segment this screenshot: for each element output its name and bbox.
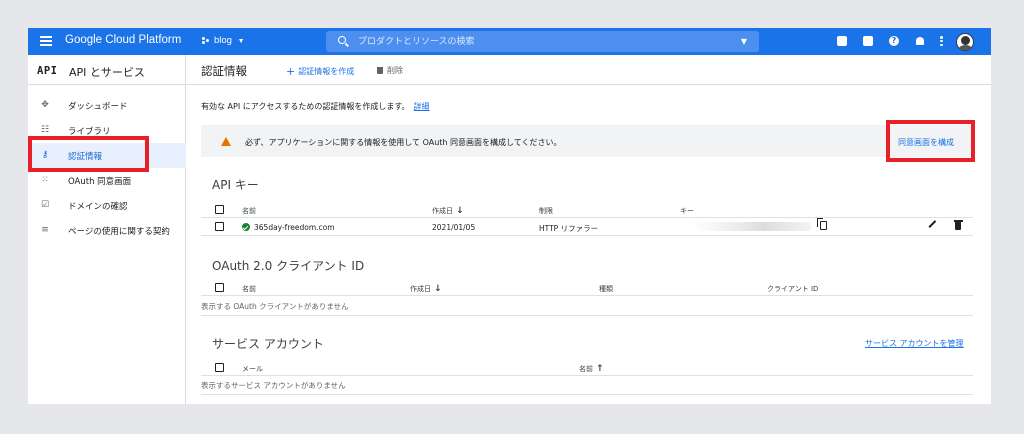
api-keys-header-row: 名前 作成日 ↓ 制限 キー bbox=[201, 201, 973, 218]
column-header-name[interactable]: 名前 bbox=[242, 284, 256, 294]
search-input[interactable] bbox=[358, 34, 718, 49]
column-header-name[interactable]: 名前 ↑ bbox=[579, 364, 604, 374]
column-header-name[interactable]: 名前 bbox=[242, 206, 256, 216]
delete-icon[interactable] bbox=[953, 220, 963, 230]
trash-icon bbox=[377, 67, 383, 74]
column-header-type: 種類 bbox=[599, 285, 613, 293]
project-name: blog bbox=[214, 35, 232, 46]
delete-button[interactable]: 削除 bbox=[377, 65, 403, 76]
menu-icon[interactable] bbox=[40, 36, 52, 46]
row-checkbox[interactable] bbox=[215, 222, 224, 231]
delete-label: 削除 bbox=[387, 66, 403, 75]
sort-up-icon: ↑ bbox=[596, 364, 604, 374]
api-key-value-redacted bbox=[691, 222, 811, 231]
create-credentials-button[interactable]: + 認証情報を作成 bbox=[286, 65, 354, 78]
service-accounts-divider bbox=[201, 394, 973, 395]
sidebar-item-label: ページの使用に関する契約 bbox=[68, 227, 170, 237]
check-circle-icon bbox=[242, 223, 250, 231]
highlight-box-credentials bbox=[28, 136, 149, 172]
sidebar-title: API とサービス bbox=[69, 66, 145, 79]
highlight-box-consent-link bbox=[886, 120, 975, 162]
sidebar-item-dashboard[interactable]: ✥ ダッシュボード bbox=[28, 93, 186, 118]
table-row[interactable]: 365day-freedom.com 2021/01/05 HTTP リファラー bbox=[201, 218, 973, 236]
library-icon: ☷ bbox=[40, 125, 50, 135]
api-key-name[interactable]: 365day-freedom.com bbox=[242, 223, 335, 232]
page-header: 認証情報 + 認証情報を作成 削除 bbox=[187, 55, 991, 85]
consent-warning-banner: 必ず、アプリケーションに関する情報を使用して OAuth 同意画面を構成してくだ… bbox=[201, 125, 973, 157]
column-header-created[interactable]: 作成日 ↓ bbox=[432, 206, 464, 216]
sidebar: API API とサービス ✥ ダッシュボード ☷ ライブラリ ⚷ 認証情報 ⁙… bbox=[28, 55, 186, 404]
search-bar[interactable]: ▼ bbox=[326, 31, 759, 52]
search-expand-icon[interactable]: ▼ bbox=[741, 37, 747, 46]
avatar[interactable] bbox=[956, 33, 974, 51]
consent-icon: ⁙ bbox=[41, 175, 49, 185]
intro-description: 有効な API にアクセスするための認証情報を作成します。 bbox=[201, 102, 410, 111]
create-credentials-label: 認証情報を作成 bbox=[298, 67, 355, 76]
select-all-checkbox[interactable] bbox=[215, 363, 224, 372]
bell-icon[interactable] bbox=[916, 37, 924, 45]
manage-service-accounts-link[interactable]: サービス アカウントを管理 bbox=[865, 338, 964, 349]
chevron-down-icon: ▼ bbox=[237, 38, 245, 45]
select-all-checkbox[interactable] bbox=[215, 283, 224, 292]
gift-icon[interactable] bbox=[837, 36, 847, 46]
api-key-created: 2021/01/05 bbox=[432, 223, 476, 232]
warning-message: 必ず、アプリケーションに関する情報を使用して OAuth 同意画面を構成してくだ… bbox=[245, 138, 562, 147]
warning-icon bbox=[221, 137, 231, 146]
edit-icon[interactable] bbox=[928, 220, 937, 229]
sidebar-header: API API とサービス bbox=[28, 55, 186, 85]
sidebar-item-label: ダッシュボード bbox=[68, 102, 128, 112]
api-logo-icon: API bbox=[37, 65, 58, 77]
main-content: 認証情報 + 認証情報を作成 削除 有効な API にアクセスするための認証情報を… bbox=[187, 55, 991, 404]
domain-check-icon: ☑ bbox=[40, 200, 50, 210]
top-actions: ? bbox=[837, 33, 977, 51]
help-icon[interactable]: ? bbox=[889, 36, 899, 46]
project-selector[interactable]: blog ▼ bbox=[202, 35, 245, 46]
oauth-divider bbox=[201, 315, 973, 316]
oauth-header-row: 名前 作成日 ↓ 種類 クライアント ID bbox=[201, 279, 973, 296]
oauth-empty-message: 表示する OAuth クライアントがありません bbox=[201, 302, 349, 311]
sort-down-icon: ↓ bbox=[456, 206, 464, 216]
api-keys-title: API キー bbox=[212, 178, 259, 192]
service-accounts-empty-message: 表示するサービス アカウントがありません bbox=[201, 381, 346, 390]
learn-more-link[interactable]: 詳細 bbox=[414, 102, 430, 111]
service-accounts-header-row: メール 名前 ↑ bbox=[201, 359, 973, 376]
project-dots-icon bbox=[202, 36, 210, 44]
app-title[interactable]: Google Cloud Platform bbox=[65, 34, 181, 46]
column-header-client-id: クライアント ID bbox=[767, 285, 819, 293]
api-key-restriction: HTTP リファラー bbox=[539, 224, 599, 233]
column-header-email[interactable]: メール bbox=[242, 364, 263, 374]
column-header-restriction: 制限 bbox=[539, 207, 553, 215]
top-app-bar: Google Cloud Platform blog ▼ ▼ ? bbox=[28, 28, 991, 55]
column-header-created[interactable]: 作成日 ↓ bbox=[410, 284, 442, 294]
sort-down-icon: ↓ bbox=[434, 284, 442, 294]
dashboard-icon: ✥ bbox=[41, 100, 49, 110]
search-icon bbox=[338, 36, 346, 44]
copy-icon[interactable] bbox=[817, 218, 827, 230]
sidebar-item-page-agreements[interactable]: ≡ ページの使用に関する契約 bbox=[28, 218, 186, 243]
sidebar-item-label: ドメインの確認 bbox=[68, 202, 128, 212]
column-header-key: キー bbox=[680, 207, 694, 215]
service-accounts-title: サービス アカウント bbox=[212, 337, 324, 351]
select-all-checkbox[interactable] bbox=[215, 205, 224, 214]
terminal-icon[interactable] bbox=[863, 36, 873, 46]
sidebar-item-label: OAuth 同意画面 bbox=[68, 177, 132, 187]
agreements-icon: ≡ bbox=[41, 225, 49, 235]
more-vert-icon[interactable] bbox=[940, 36, 943, 47]
page-title: 認証情報 bbox=[201, 64, 247, 78]
oauth-title: OAuth 2.0 クライアント ID bbox=[212, 259, 365, 273]
sidebar-item-domain-verification[interactable]: ☑ ドメインの確認 bbox=[28, 193, 186, 218]
plus-icon: + bbox=[286, 65, 296, 78]
intro-text: 有効な API にアクセスするための認証情報を作成します。 詳細 bbox=[201, 101, 430, 112]
console-window: Google Cloud Platform blog ▼ ▼ ? API API… bbox=[28, 28, 991, 404]
